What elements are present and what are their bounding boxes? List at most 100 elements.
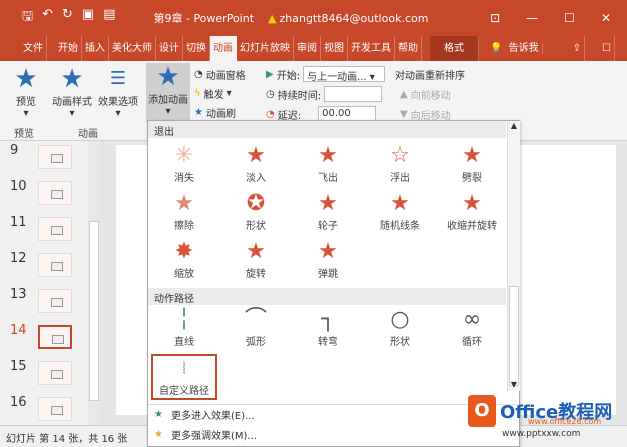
path-label: 转弯 [318, 337, 338, 348]
effect-spin[interactable]: ★ 旋转 [220, 239, 292, 285]
move-earlier-button[interactable]: ▲ 向前移动 [400, 87, 451, 102]
slide-thumbnail-selected[interactable]: 14 [6, 321, 96, 357]
effect-shrink-turn[interactable]: ★ 收缩并旋转 [436, 191, 508, 237]
title-bar: 🖫 ↶ ↻ ▣ ▤ 第9章 - PowerPoint ▲ zhangtt8464@… [0, 0, 627, 36]
effect-fly-out[interactable]: ★ 飞出 [292, 143, 364, 189]
effect-wipe[interactable]: ★ 擦除 [148, 191, 220, 237]
slide-number: 10 [10, 179, 27, 194]
start-value: 与上一动画... [307, 72, 367, 83]
present-icon[interactable]: ▣ [82, 7, 94, 29]
effect-random-bars[interactable]: ★ 随机线条 [364, 191, 436, 237]
slide-thumbnail[interactable]: 12 [6, 249, 96, 285]
play-icon: ▶ [266, 68, 274, 80]
effect-disappear[interactable]: ✳ 消失 [148, 143, 220, 189]
maximize-button[interactable]: ☐ [564, 11, 575, 25]
ribbon-display-icon[interactable]: ⊡ [490, 11, 500, 25]
path-turns[interactable]: ┐ 转弯 [292, 307, 364, 353]
account-email: zhangtt8464@outlook.com [279, 11, 429, 25]
minimize-button[interactable]: — [526, 11, 538, 25]
effect-label: 消失 [174, 173, 194, 184]
star-icon: ✪ [246, 191, 266, 216]
tab-slideshow[interactable]: 幻灯片放映 [237, 36, 294, 61]
slide-thumbnail[interactable]: 10 [6, 177, 96, 213]
effect-split[interactable]: ★ 劈裂 [436, 143, 508, 189]
effect-wheel[interactable]: ★ 轮子 [292, 191, 364, 237]
share-icon[interactable]: ⇪ [570, 36, 586, 61]
add-animation-gallery: 退出 ✳ 消失 ★ 淡入 ★ 飞出 ☆ 浮出 ★ 劈裂 ★ 擦除 ✪ 形状 ★ 轮子 ★ 随机线条… [147, 120, 520, 447]
effect-label: 劈裂 [462, 173, 482, 184]
thumbnail-scrollbar[interactable] [88, 141, 100, 425]
effect-label: 缩放 [174, 269, 194, 280]
effect-fade[interactable]: ★ 淡入 [220, 143, 292, 189]
more-emphasis-effects[interactable]: ★ 更多强调效果(M)... [148, 424, 518, 444]
star-icon: ★ [462, 191, 482, 216]
trigger-label: 触发 [203, 90, 224, 101]
effect-label: 随机线条 [380, 221, 420, 232]
animation-pane-label: 动画窗格 [205, 71, 246, 82]
tab-animations[interactable]: 动画 [210, 36, 237, 61]
preview-label: 预览 [16, 97, 36, 108]
tab-design[interactable]: 设计 [156, 36, 183, 61]
slide-number: 14 [10, 323, 27, 338]
path-lines[interactable]: ╎ 直线 [148, 307, 220, 353]
tab-review[interactable]: 审阅 [294, 36, 321, 61]
trigger-button[interactable]: ϟ 触发 ▾ [194, 86, 232, 101]
lightning-icon: ϟ [194, 88, 201, 99]
preview-button[interactable]: ★ 预览 ▾ [8, 65, 44, 119]
account[interactable]: ▲ zhangtt8464@outlook.com [268, 12, 428, 25]
star-icon: ★ [154, 428, 163, 440]
slide-thumbnail[interactable]: 16 [6, 393, 96, 429]
delay-icon: ◔ [266, 108, 275, 120]
tab-transitions[interactable]: 切换 [183, 36, 210, 61]
effect-zoom[interactable]: ✸ 缩放 [148, 239, 220, 285]
path-shapes[interactable]: ○ 形状 [364, 307, 436, 353]
effect-shape[interactable]: ✪ 形状 [220, 191, 292, 237]
slide-thumbnail[interactable]: 13 [6, 285, 96, 321]
redo-icon[interactable]: ↻ [62, 7, 73, 29]
undo-icon[interactable]: ↶ [42, 7, 53, 29]
group-preview-label: 预览 [14, 129, 34, 140]
path-label: 形状 [390, 337, 410, 348]
tab-developer[interactable]: 开发工具 [348, 36, 395, 61]
path-arcs[interactable]: ⌒ 弧形 [220, 307, 292, 353]
layout-icon[interactable]: ▤ [103, 7, 115, 29]
close-button[interactable]: ✕ [601, 11, 611, 25]
add-animation-button[interactable]: ★ 添加动画 ▾ [146, 63, 190, 123]
tab-file[interactable]: 文件 [20, 36, 47, 61]
group-animation-label: 动画 [78, 129, 98, 140]
path-loops[interactable]: ∞ 循环 [436, 307, 508, 353]
star-icon: ★ [246, 143, 266, 168]
star-icon: ★ [60, 64, 84, 94]
watermark-url-2: www.office26.com [528, 417, 602, 426]
clock-icon: ◷ [266, 88, 275, 100]
comment-icon[interactable]: ☐ [599, 36, 615, 61]
start-select[interactable]: 与上一动画... ▾ [303, 66, 386, 83]
slide-number: 9 [10, 143, 19, 158]
path-custom[interactable]: ⦚ 自定义路径 [151, 354, 217, 400]
tell-me[interactable]: 💡 告诉我 [487, 36, 546, 61]
tab-view[interactable]: 视图 [321, 36, 348, 61]
animation-pane-button[interactable]: ◔ 动画窗格 [194, 67, 246, 82]
office-logo: O [468, 395, 496, 427]
tab-format[interactable]: 格式 [430, 36, 479, 61]
animation-painter-button[interactable]: ★ 动画刷 [194, 105, 236, 120]
add-animation-label: 添加动画 [148, 95, 188, 106]
effect-float-out[interactable]: ☆ 浮出 [364, 143, 436, 189]
effect-bounce[interactable]: ★ 弹跳 [292, 239, 364, 285]
save-icon[interactable]: 🖫 [22, 7, 33, 29]
gallery-scrollbar[interactable]: ▲ ▼ [507, 121, 520, 391]
animation-styles-button[interactable]: ★ 动画样式 ▾ [50, 65, 94, 119]
more-entrance-effects[interactable]: ★ 更多进入效果(E)... [148, 404, 518, 424]
tab-insert[interactable]: 插入 [82, 36, 109, 61]
tab-help[interactable]: 帮助 [395, 36, 422, 61]
duration-input[interactable] [324, 86, 383, 102]
tab-beautify[interactable]: 美化大师 [109, 36, 156, 61]
star-icon: ✳ [174, 143, 194, 168]
slide-thumbnail[interactable]: 9 [6, 141, 96, 177]
quick-access-toolbar: 🖫 ↶ ↻ ▣ ▤ [22, 7, 115, 29]
effect-options-label: 效果选项 [98, 97, 138, 108]
slide-thumbnail[interactable]: 11 [6, 213, 96, 249]
effect-options-button[interactable]: ☰ 效果选项 ▾ [96, 65, 140, 119]
tab-home[interactable]: 开始 [55, 36, 82, 61]
slide-thumbnail[interactable]: 15 [6, 357, 96, 393]
